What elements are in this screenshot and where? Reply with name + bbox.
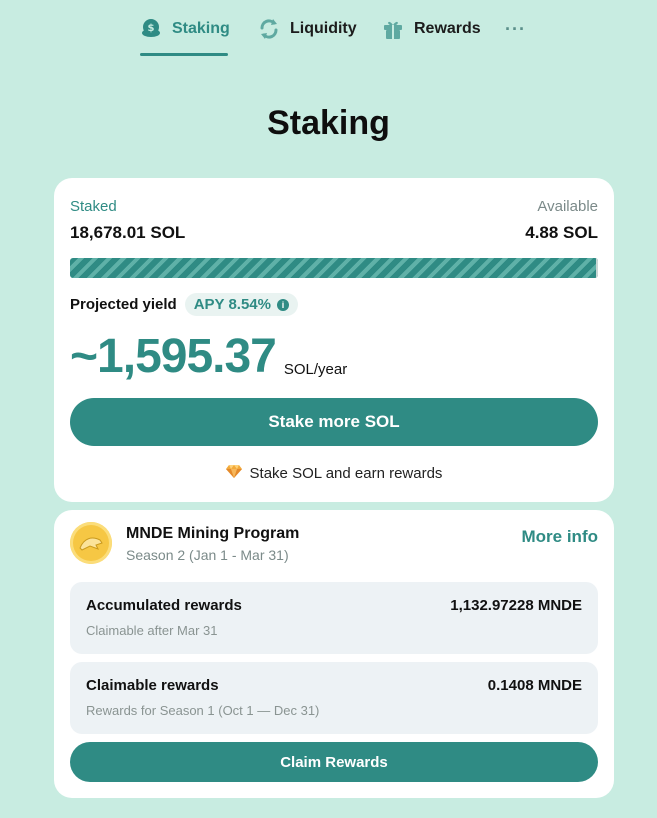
accumulated-rewards-value: 1,132.97228 MNDE xyxy=(450,597,582,614)
projected-amount-row: ~1,595.37 SOL/year xyxy=(70,328,347,386)
program-season: Season 2 (Jan 1 - Mar 31) xyxy=(126,547,289,563)
claimable-rewards-title: Claimable rewards xyxy=(86,677,219,694)
stake-info-text: Stake SOL and earn rewards xyxy=(249,464,443,482)
accumulated-rewards-title: Accumulated rewards xyxy=(86,597,242,614)
projected-yield-row: Projected yield APY 8.54% i xyxy=(70,293,298,316)
diamond-icon xyxy=(225,464,242,482)
projected-yield-label: Projected yield xyxy=(70,296,177,313)
gift-icon xyxy=(382,18,404,40)
svg-text:$: $ xyxy=(148,23,155,34)
stake-more-button[interactable]: Stake more SOL xyxy=(70,398,598,446)
mnde-logo-icon xyxy=(70,522,112,564)
page-title: Staking xyxy=(267,104,390,142)
claimable-rewards-box: Claimable rewards 0.1408 MNDE Rewards fo… xyxy=(70,662,598,734)
claim-rewards-button[interactable]: Claim Rewards xyxy=(70,742,598,782)
mnde-mining-card: MNDE Mining Program Season 2 (Jan 1 - Ma… xyxy=(54,510,614,798)
staked-progress-fill xyxy=(70,258,598,278)
available-label: Available xyxy=(537,198,598,215)
accumulated-rewards-box: Accumulated rewards 1,132.97228 MNDE Cla… xyxy=(70,582,598,654)
apy-badge[interactable]: APY 8.54% i xyxy=(184,293,298,316)
program-title: MNDE Mining Program xyxy=(126,525,300,542)
projected-unit: SOL/year xyxy=(283,361,348,378)
tab-rewards[interactable]: Rewards xyxy=(382,18,481,58)
apy-text: APY 8.54% xyxy=(193,296,271,313)
claimable-rewards-value: 0.1408 MNDE xyxy=(487,677,582,694)
coin-stack-icon: $ xyxy=(140,18,162,40)
top-nav: $ Staking Liquidity Rewards ··· xyxy=(0,18,657,58)
tab-label: Staking xyxy=(172,20,230,37)
info-icon[interactable]: i xyxy=(277,298,289,311)
staked-value: 18,678.01 SOL xyxy=(70,223,186,242)
active-tab-indicator xyxy=(140,53,228,56)
available-value: 4.88 SOL xyxy=(525,223,598,242)
projected-amount: ~1,595.37 xyxy=(70,330,277,383)
available-progress-remainder xyxy=(596,258,598,278)
staked-label: Staked xyxy=(70,198,117,215)
tab-liquidity[interactable]: Liquidity xyxy=(258,18,357,58)
more-menu-button[interactable]: ··· xyxy=(505,18,526,40)
more-info-link[interactable]: More info xyxy=(522,527,599,547)
tab-label: Liquidity xyxy=(290,20,357,37)
claimable-rewards-note: Rewards for Season 1 (Oct 1 — Dec 31) xyxy=(86,703,320,718)
staked-progress-bar xyxy=(70,258,598,278)
accumulated-rewards-note: Claimable after Mar 31 xyxy=(86,623,218,638)
staking-page: $ Staking Liquidity Rewards ··· Staking … xyxy=(0,0,657,818)
stake-info-note: Stake SOL and earn rewards xyxy=(54,464,614,482)
tab-staking[interactable]: $ Staking xyxy=(140,18,230,58)
staking-card: Staked Available 18,678.01 SOL 4.88 SOL … xyxy=(54,178,614,502)
tab-label: Rewards xyxy=(414,20,481,37)
swap-arrows-icon xyxy=(258,18,280,40)
